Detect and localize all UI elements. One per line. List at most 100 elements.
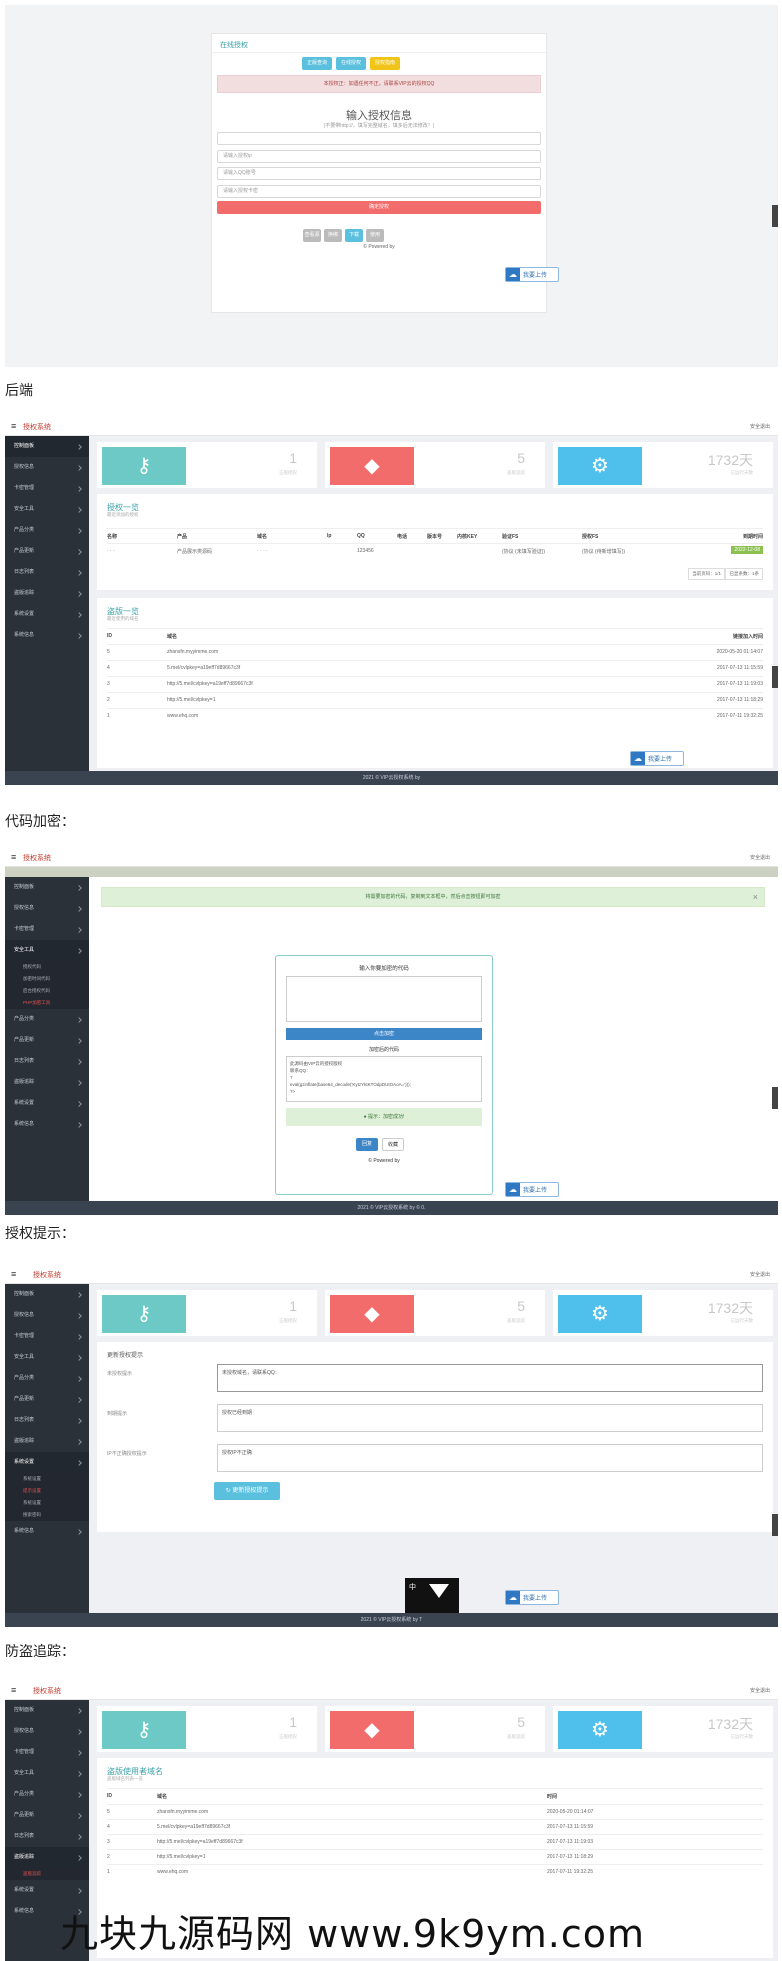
menu-toggle-icon[interactable]: ≡: [11, 1269, 16, 1279]
menu-toggle-icon[interactable]: ≡: [11, 1685, 16, 1695]
guide-button[interactable]: 授权指南: [370, 57, 400, 70]
encrypt-button[interactable]: 点击加密: [286, 1028, 482, 1040]
table-cell: 5: [107, 1809, 110, 1815]
key-icon: ⚷: [102, 1711, 186, 1749]
sidebar-item[interactable]: 日志列表: [5, 1410, 89, 1431]
top-bar: ≡ 授权系统 安全退出: [5, 1680, 778, 1700]
scroll-handle[interactable]: [772, 1087, 778, 1109]
upload-button[interactable]: ☁ 我要上传: [505, 1182, 559, 1197]
use-button[interactable]: 使用: [366, 229, 384, 242]
panel-title: 输入你要加密的代码: [359, 966, 409, 972]
sidebar-item[interactable]: 产品分类: [5, 1784, 89, 1805]
table-cell: 123456: [357, 548, 374, 554]
table-cell: 3: [107, 681, 110, 687]
stat-value: 1: [289, 450, 297, 466]
result-textarea[interactable]: 此源码由VIP云的授权版权 联系QQ： ? eval(gzinflate(bas…: [286, 1056, 482, 1102]
query-button[interactable]: 正版查询: [302, 57, 332, 70]
sidebar-item[interactable]: 安全工具: [5, 1763, 89, 1784]
submenu-item[interactable]: 搜索密码: [5, 1509, 89, 1521]
submenu-item[interactable]: 提示设置: [5, 1485, 89, 1497]
powered-by: © Powered by: [363, 244, 395, 250]
sidebar-item[interactable]: 系统设置: [5, 604, 89, 625]
logout-link[interactable]: 安全退出: [750, 1687, 770, 1694]
sidebar-item[interactable]: 卡密管理: [5, 1326, 89, 1347]
stat-card: ◆ 5 盗版追踪: [325, 442, 545, 488]
sidebar-item[interactable]: 产品更新: [5, 1030, 89, 1051]
submenu-item[interactable]: 系统设置: [5, 1497, 89, 1509]
sidebar-item[interactable]: 控制面板: [5, 1284, 89, 1305]
sidebar-item[interactable]: 产品更新: [5, 1805, 89, 1826]
sidebar-item[interactable]: 授权信息: [5, 457, 89, 478]
scroll-handle[interactable]: [772, 666, 778, 688]
sidebar-item[interactable]: 产品分类: [5, 1009, 89, 1030]
table-cell: 2017-07-11 19:32:25: [547, 1869, 594, 1875]
submit-button[interactable]: 确定授权: [217, 201, 541, 214]
favorite-button[interactable]: 收藏: [382, 1138, 404, 1151]
upload-button[interactable]: ☁ 我要上传: [505, 1590, 559, 1605]
sidebar-item[interactable]: 授权信息: [5, 1721, 89, 1742]
sidebar-item[interactable]: 卡密管理: [5, 919, 89, 940]
ip-tip-textarea[interactable]: 授权IP不正确: [217, 1444, 763, 1472]
close-icon[interactable]: ×: [753, 888, 758, 906]
sidebar-item[interactable]: 系统设置: [5, 1093, 89, 1114]
cloud-icon: ☁: [506, 1591, 520, 1604]
reply-button[interactable]: 回复: [356, 1138, 378, 1151]
expire-tip-textarea[interactable]: 授权已经到期: [217, 1404, 763, 1432]
submenu-item[interactable]: 盗版追踪: [5, 1868, 89, 1880]
rebind-button[interactable]: 换绑: [324, 229, 342, 242]
upload-button[interactable]: ☁ 我要上传: [505, 267, 559, 282]
sidebar-item[interactable]: 盗版追踪: [5, 1431, 89, 1452]
sidebar-item[interactable]: 系统信息: [5, 1114, 89, 1135]
sidebar-item[interactable]: 日志列表: [5, 1051, 89, 1072]
sidebar-item[interactable]: 控制面板: [5, 436, 89, 457]
column-header: QQ: [357, 533, 365, 539]
ip-input[interactable]: 请输入授权ip: [217, 150, 541, 163]
sidebar-item[interactable]: 日志列表: [5, 562, 89, 583]
sidebar-item[interactable]: 产品分类: [5, 1368, 89, 1389]
submenu-item[interactable]: 后台授权代码: [5, 985, 89, 997]
sidebar-item[interactable]: 安全工具: [5, 499, 89, 520]
download-button[interactable]: 下载: [345, 229, 363, 242]
sidebar-item[interactable]: 系统信息: [5, 1521, 89, 1542]
menu-toggle-icon[interactable]: ≡: [11, 421, 16, 431]
menu-toggle-icon[interactable]: ≡: [11, 852, 16, 862]
logout-link[interactable]: 安全退出: [750, 1271, 770, 1278]
upload-button[interactable]: ☁ 我要上传: [630, 751, 684, 766]
sidebar-item[interactable]: 安全工具: [5, 940, 89, 961]
sidebar-item[interactable]: 系统设置: [5, 1880, 89, 1901]
view-source-button[interactable]: 查看源码: [303, 229, 321, 251]
submenu-item[interactable]: 授权代码: [5, 961, 89, 973]
qq-input[interactable]: 请输入QQ账号: [217, 167, 541, 180]
source-code-textarea[interactable]: [286, 976, 482, 1022]
scroll-handle[interactable]: [772, 205, 778, 227]
sidebar-item[interactable]: 产品更新: [5, 1389, 89, 1410]
scroll-handle[interactable]: [772, 1514, 778, 1536]
sidebar-item[interactable]: 盗版追踪: [5, 1847, 89, 1868]
sidebar-item[interactable]: 日志列表: [5, 1826, 89, 1847]
domain-input[interactable]: [217, 132, 541, 145]
sidebar-item[interactable]: 安全工具: [5, 1347, 89, 1368]
auth-button[interactable]: 在线授权: [336, 57, 366, 70]
card-key-input[interactable]: 请输入授权卡密: [217, 185, 541, 198]
unauth-tip-textarea[interactable]: 未授权域名，请联系QQ：: [217, 1364, 763, 1392]
sidebar-item[interactable]: 产品更新: [5, 541, 89, 562]
sidebar-item[interactable]: 控制面板: [5, 877, 89, 898]
update-tips-button[interactable]: ↻ 更新授权提示: [214, 1482, 280, 1500]
sidebar-item[interactable]: 产品分类: [5, 520, 89, 541]
sidebar-item[interactable]: 系统信息: [5, 625, 89, 646]
submenu-item[interactable]: 系统设置: [5, 1473, 89, 1485]
submenu-item[interactable]: 加密时间代码: [5, 973, 89, 985]
stat-card: ⚙ 1732天 已运行天数: [553, 1706, 773, 1752]
sidebar-item[interactable]: 盗版追踪: [5, 1072, 89, 1093]
column-header: 到期时间: [742, 534, 763, 540]
sidebar-item[interactable]: 卡密管理: [5, 1742, 89, 1763]
sidebar-item[interactable]: 控制面板: [5, 1700, 89, 1721]
logout-link[interactable]: 安全退出: [750, 423, 770, 430]
logout-link[interactable]: 安全退出: [750, 854, 770, 861]
submenu-item[interactable]: PHP加密工具: [5, 997, 89, 1009]
sidebar-item[interactable]: 授权信息: [5, 898, 89, 919]
sidebar-item[interactable]: 卡密管理: [5, 478, 89, 499]
sidebar-item[interactable]: 系统设置: [5, 1452, 89, 1473]
sidebar-item[interactable]: 盗版追踪: [5, 583, 89, 604]
sidebar-item[interactable]: 授权信息: [5, 1305, 89, 1326]
